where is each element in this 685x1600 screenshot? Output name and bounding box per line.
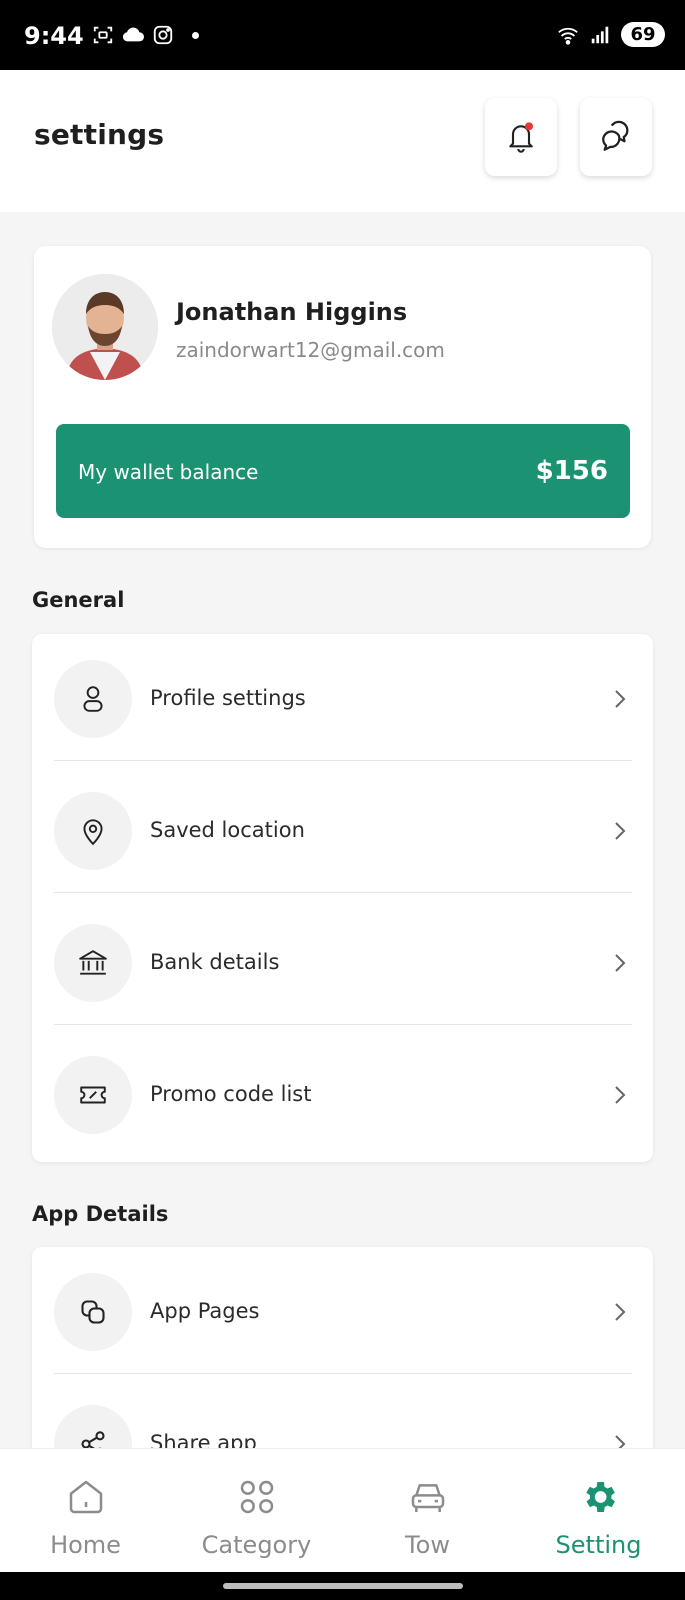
app-header: settings	[0, 70, 685, 212]
profile-name: Jonathan Higgins	[176, 298, 408, 326]
wallet-label: My wallet balance	[78, 460, 259, 484]
chevron-right-icon	[615, 690, 626, 708]
status-icons-right: 69	[557, 22, 665, 47]
ticket-icon	[80, 1086, 106, 1104]
icon-circle	[54, 924, 132, 1002]
icon-circle	[54, 660, 132, 738]
list-item-app-pages[interactable]: App Pages	[32, 1247, 653, 1379]
nav-label: Setting	[555, 1531, 642, 1559]
gesture-bar	[0, 1572, 685, 1600]
notifications-button[interactable]	[485, 98, 557, 176]
list-item-label: App Pages	[150, 1299, 260, 1323]
instagram-icon	[153, 25, 173, 45]
battery-icon: 69	[621, 22, 665, 47]
icon-circle	[54, 792, 132, 870]
section-title-app-details: App Details	[32, 1202, 169, 1226]
chat-icon	[602, 120, 629, 151]
list-item-profile-settings[interactable]: Profile settings	[32, 634, 653, 766]
nav-label: Tow	[405, 1531, 450, 1559]
divider	[54, 892, 632, 893]
divider	[54, 1024, 632, 1025]
list-item-bank-details[interactable]: Bank details	[32, 898, 653, 1030]
profile-card: Jonathan Higgins zaindorwart12@gmail.com…	[34, 246, 651, 548]
chat-button[interactable]	[580, 98, 652, 176]
divider	[54, 1373, 632, 1374]
wallet-amount: $156	[535, 456, 608, 486]
user-icon	[83, 686, 103, 712]
status-icons-left	[92, 24, 199, 46]
status-time: 9:44	[24, 22, 84, 50]
list-item-promo-code-list[interactable]: Promo code list	[32, 1030, 653, 1162]
nav-label: Home	[50, 1531, 121, 1559]
list-item-label: Saved location	[150, 818, 305, 842]
nav-item-tow[interactable]: Tow	[342, 1449, 513, 1573]
nav-item-home[interactable]: Home	[0, 1449, 171, 1573]
wifi-icon	[558, 27, 578, 45]
nav-item-setting[interactable]: Setting	[513, 1449, 684, 1573]
page-title: settings	[34, 118, 165, 151]
chevron-right-icon	[615, 822, 626, 840]
icon-circle	[54, 1273, 132, 1351]
screenshot-icon	[93, 26, 113, 44]
list-item-label: Profile settings	[150, 686, 306, 710]
section-title-general: General	[32, 588, 125, 612]
status-bar: 9:44 69	[0, 0, 685, 70]
nav-label: Category	[201, 1531, 312, 1559]
home-gesture-handle[interactable]	[223, 1583, 463, 1589]
bottom-nav: Home Category Tow Setting	[0, 1448, 685, 1572]
signal-icon	[591, 26, 609, 43]
list-item-label: Promo code list	[150, 1082, 312, 1106]
wallet-balance-card[interactable]: My wallet balance $156	[56, 424, 630, 518]
cloud-icon	[122, 27, 144, 42]
location-pin-icon	[83, 819, 103, 846]
user-photo-icon	[52, 274, 158, 380]
home-icon	[69, 1480, 102, 1514]
general-list: Profile settings Saved location Bank det…	[32, 634, 653, 1162]
gear-icon	[585, 1482, 615, 1512]
list-item-label: Bank details	[150, 950, 280, 974]
chevron-right-icon	[615, 1086, 626, 1104]
divider	[54, 760, 632, 761]
nav-item-category[interactable]: Category	[171, 1449, 342, 1573]
grid-icon	[240, 1480, 273, 1514]
notification-dot	[192, 31, 199, 39]
profile-email: zaindorwart12@gmail.com	[176, 338, 445, 362]
copy-icon	[81, 1300, 105, 1324]
bank-icon	[79, 950, 107, 975]
chevron-right-icon	[615, 1303, 626, 1321]
icon-circle	[54, 1056, 132, 1134]
car-icon	[411, 1484, 444, 1512]
chevron-right-icon	[615, 954, 626, 972]
list-item-saved-location[interactable]: Saved location	[32, 766, 653, 898]
avatar[interactable]	[52, 274, 158, 380]
bell-icon	[509, 122, 533, 153]
